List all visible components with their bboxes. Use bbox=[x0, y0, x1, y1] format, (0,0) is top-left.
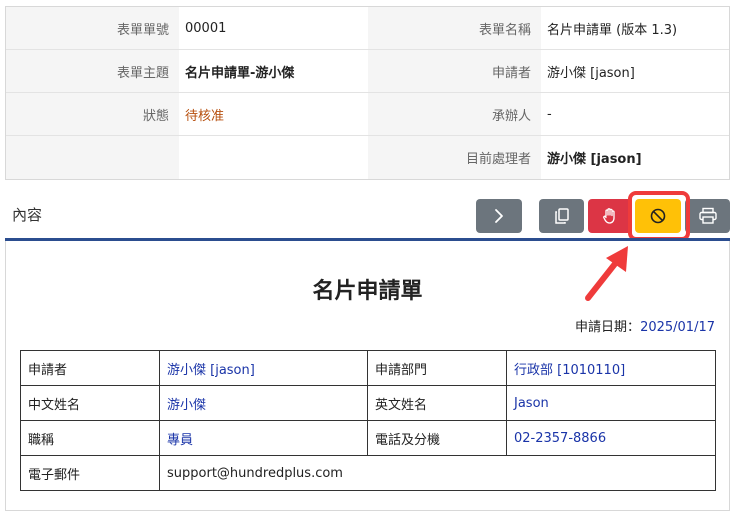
table-row: 中文姓名 游小傑 英文姓名 Jason bbox=[20, 385, 716, 421]
empty-value bbox=[179, 136, 368, 179]
subject-label: 表單主題 bbox=[6, 50, 179, 93]
field-label: 申請部門 bbox=[367, 350, 507, 386]
form-name-value: 名片申請單 (版本 1.3) bbox=[541, 7, 729, 50]
copy-icon bbox=[554, 208, 569, 224]
form-no-value: 00001 bbox=[179, 7, 368, 50]
table-row: 申請者 游小傑 [jason] 申請部門 行政部 [1010110] bbox=[20, 350, 716, 386]
field-label: 中文姓名 bbox=[20, 385, 160, 421]
form-title: 名片申請單 bbox=[312, 279, 423, 304]
table-row: 職稱 專員 電話及分機 02-2357-8866 bbox=[20, 420, 716, 456]
field-label: 申請者 bbox=[20, 350, 160, 386]
field-value: 專員 bbox=[159, 420, 368, 456]
applicant-value: 游小傑 [jason] bbox=[541, 50, 729, 93]
field-value: 游小傑 [jason] bbox=[159, 350, 368, 386]
next-button[interactable] bbox=[476, 199, 522, 233]
field-value: 行政部 [1010110] bbox=[506, 350, 716, 386]
field-label: 電話及分機 bbox=[367, 420, 507, 456]
table-row: 電子郵件 support@hundredplus.com bbox=[20, 455, 716, 491]
field-value: Jason bbox=[506, 385, 716, 421]
apply-date-value: 2025/01/17 bbox=[640, 320, 715, 335]
form-content: 名片申請單 申請日期：2025/01/17 申請者 游小傑 [jason] 申請… bbox=[5, 241, 730, 511]
form-info-table: 表單單號 00001 表單名稱 名片申請單 (版本 1.3) 表單主題 名片申請… bbox=[5, 6, 730, 180]
apply-date-label: 申請日期： bbox=[575, 320, 641, 335]
apply-date: 申請日期：2025/01/17 bbox=[575, 316, 715, 335]
status-value: 待核准 bbox=[179, 93, 368, 136]
current-handler-value: 游小傑 [jason] bbox=[541, 136, 729, 179]
field-label: 英文姓名 bbox=[367, 385, 507, 421]
subject-value: 名片申請單-游小傑 bbox=[179, 50, 368, 93]
form-name-label: 表單名稱 bbox=[368, 7, 541, 50]
field-label: 職稱 bbox=[20, 420, 160, 456]
field-value: 02-2357-8866 bbox=[506, 420, 716, 456]
form-fields-table: 申請者 游小傑 [jason] 申請部門 行政部 [1010110] 中文姓名 … bbox=[20, 350, 716, 491]
section-title: 內容 bbox=[12, 206, 43, 224]
email-label: 電子郵件 bbox=[20, 455, 160, 491]
handler-value: - bbox=[541, 93, 729, 136]
chevron-right-icon bbox=[495, 209, 503, 223]
hand-stop-icon bbox=[603, 208, 615, 224]
field-value: 游小傑 bbox=[159, 385, 368, 421]
email-value: support@hundredplus.com bbox=[159, 455, 716, 491]
form-no-label: 表單單號 bbox=[6, 7, 179, 50]
copy-button[interactable] bbox=[539, 199, 584, 233]
print-button[interactable] bbox=[685, 199, 730, 233]
highlight-box bbox=[628, 191, 690, 241]
handler-label: 承辦人 bbox=[368, 93, 541, 136]
empty-label bbox=[6, 136, 179, 179]
applicant-label: 申請者 bbox=[368, 50, 541, 93]
reject-button[interactable] bbox=[588, 199, 632, 233]
current-handler-label: 目前處理者 bbox=[368, 136, 541, 179]
status-label: 狀態 bbox=[6, 93, 179, 136]
printer-icon bbox=[698, 207, 717, 224]
